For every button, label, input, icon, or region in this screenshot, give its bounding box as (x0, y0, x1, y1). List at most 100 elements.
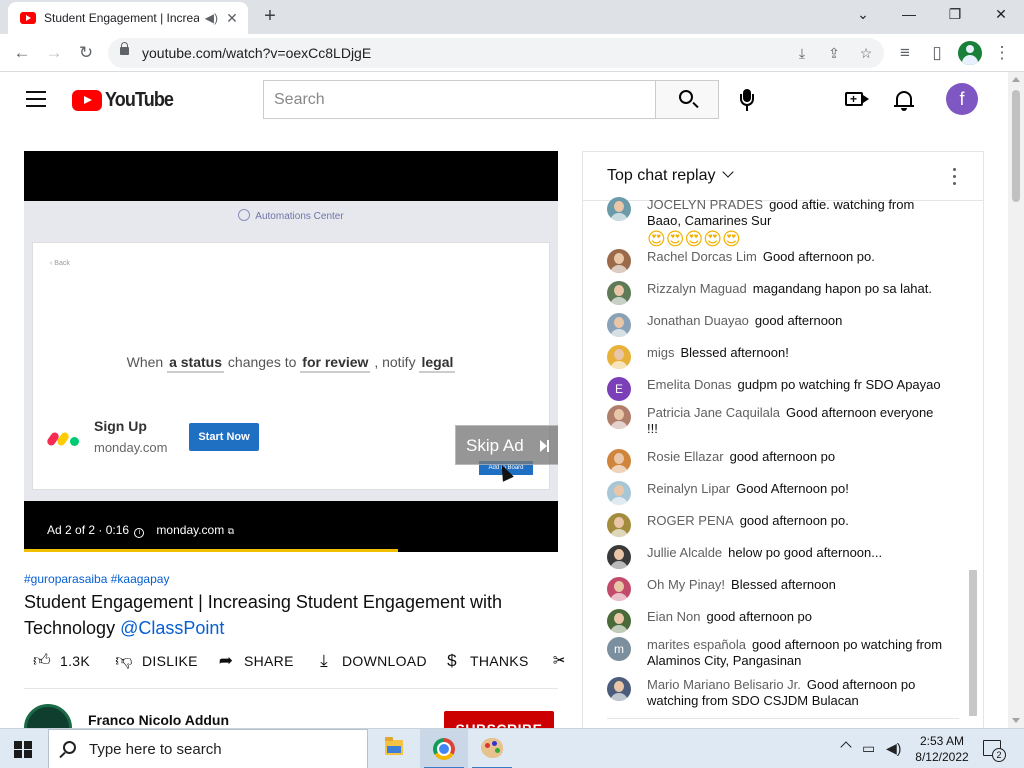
new-tab-icon[interactable]: + (258, 5, 282, 29)
chat-author-avatar[interactable] (607, 577, 631, 601)
clip-button[interactable]: ✂C (550, 648, 564, 674)
chat-author-name[interactable]: Jullie Alcalde (647, 545, 722, 560)
share-icon[interactable]: ⇪ (824, 43, 844, 63)
chat-message-body: Rosie Ellazar good afternoon po (647, 449, 947, 465)
chat-author-avatar[interactable] (607, 545, 631, 569)
chat-author-name[interactable]: Rizzalyn Maguad (647, 281, 747, 296)
restore-icon[interactable]: ❐ (932, 0, 978, 30)
video-player[interactable]: Automations Center ‹ Back When a status … (24, 151, 558, 552)
back-icon[interactable]: ← (10, 41, 34, 65)
hamburger-icon[interactable] (26, 91, 46, 107)
chat-author-name[interactable]: Reinalyn Lipar (647, 481, 730, 496)
video-hashtags[interactable]: #guroparasaiba #kaagapay (24, 572, 169, 586)
download-button[interactable]: ⤓ DOWNLOAD (314, 648, 427, 674)
chat-author-avatar[interactable] (607, 677, 631, 701)
video-title-mention[interactable]: @ClassPoint (120, 618, 224, 638)
browser-tab[interactable]: Student Engagement | Increa ◀) ✕ (8, 2, 248, 34)
menu-icon[interactable]: ⋮ (990, 41, 1014, 65)
window-close-icon[interactable]: ✕ (978, 0, 1024, 30)
chat-author-name[interactable]: Mario Mariano Belisario Jr. (647, 677, 801, 692)
ad-advertiser-link[interactable]: monday.com (156, 523, 224, 537)
chat-author-avatar[interactable]: E (607, 377, 631, 401)
chat-author-name[interactable]: Jonathan Duayao (647, 313, 749, 328)
chat-author-name[interactable]: marites española (647, 637, 746, 652)
scroll-up-icon[interactable] (1012, 77, 1020, 82)
download-label: DOWNLOAD (342, 653, 427, 669)
lock-icon[interactable] (120, 42, 129, 55)
chat-author-avatar[interactable] (607, 513, 631, 537)
speaker-icon[interactable]: ◀) (205, 11, 218, 25)
install-icon[interactable]: ⤓ (792, 43, 812, 63)
like-button[interactable]: 👍︎ 1.3K (32, 648, 90, 674)
chat-author-avatar[interactable]: m (607, 637, 631, 661)
chat-author-avatar[interactable] (607, 281, 631, 305)
page-scrollbar[interactable] (1008, 72, 1024, 728)
chat-message-body: migs Blessed afternoon! (647, 345, 947, 361)
volume-icon[interactable]: ◀) (886, 740, 901, 757)
info-icon[interactable]: i (134, 528, 145, 538)
tab-title: Student Engagement | Increa (44, 11, 199, 25)
star-icon[interactable]: ☆ (856, 43, 876, 63)
chat-author-avatar[interactable] (607, 405, 631, 429)
chat-author-avatar[interactable] (607, 249, 631, 273)
paint-taskbar-button[interactable] (468, 729, 516, 768)
forward-icon[interactable]: → (42, 41, 66, 65)
more-vert-icon[interactable] (953, 168, 957, 186)
windows-start-icon[interactable] (14, 741, 32, 758)
chat-author-avatar[interactable] (607, 345, 631, 369)
reload-icon[interactable]: ↻ (74, 41, 98, 65)
thanks-icon: $ (447, 651, 457, 670)
taskbar-search-box[interactable]: Type here to search (48, 729, 368, 768)
mic-icon[interactable] (738, 88, 756, 112)
bell-icon[interactable] (894, 89, 914, 111)
chat-message: Jullie Alcalde helow po good afternoon... (607, 545, 947, 569)
chat-author-name[interactable]: Oh My Pinay! (647, 577, 725, 592)
chat-author-name[interactable]: migs (647, 345, 674, 360)
tab-search-icon[interactable]: ⌄ (840, 0, 886, 30)
chat-author-avatar[interactable] (607, 449, 631, 473)
chat-author-avatar[interactable] (607, 197, 631, 221)
chat-scrollbar[interactable] (969, 570, 977, 716)
chat-header: Top chat replay (583, 152, 983, 201)
chat-author-name[interactable]: Patricia Jane Caquilala (647, 405, 780, 420)
ad-cta-button[interactable]: Start Now (189, 423, 259, 451)
youtube-logo[interactable]: YouTube (72, 88, 181, 112)
notification-icon[interactable]: 2 (983, 740, 1006, 762)
minimize-icon[interactable]: — (886, 0, 932, 30)
chat-author-name[interactable]: Rachel Dorcas Lim (647, 249, 757, 264)
chat-author-avatar[interactable] (607, 481, 631, 505)
channel-name[interactable]: Franco Nicolo Addun (88, 712, 229, 728)
dislike-button[interactable]: 👎︎ DISLIKE (114, 648, 198, 674)
media-control-icon[interactable]: ≡ (893, 41, 917, 65)
thanks-button[interactable]: $ THANKS (442, 648, 529, 674)
live-chat-panel: Top chat replay JOCELYN PRADES good aftie… (582, 151, 984, 741)
chat-author-avatar[interactable] (607, 609, 631, 633)
chat-author-name[interactable]: Emelita Donas (647, 377, 732, 392)
ad-progress-bar[interactable] (24, 549, 398, 552)
url-text[interactable]: youtube.com/watch?v=oexCc8LDjgE (142, 45, 371, 61)
network-icon[interactable]: ▭ (862, 740, 875, 757)
chat-message-text: gudpm po watching fr SDO Apayao (737, 377, 941, 392)
search-input[interactable] (263, 80, 656, 119)
chat-mode-dropdown[interactable]: Top chat replay (607, 166, 734, 185)
scroll-down-icon[interactable] (1012, 718, 1020, 723)
search-button[interactable] (655, 80, 719, 119)
chrome-taskbar-button[interactable] (420, 729, 468, 768)
skip-ad-button[interactable]: Skip Ad (455, 425, 558, 465)
side-panel-icon[interactable]: ▯ (925, 41, 949, 65)
file-explorer-button[interactable] (370, 729, 418, 768)
close-icon[interactable]: ✕ (224, 10, 240, 27)
chat-author-name[interactable]: ROGER PENA (647, 513, 734, 528)
chat-author-name[interactable]: Eian Non (647, 609, 700, 624)
taskbar-clock[interactable]: 2:53 AM 8/12/2022 (912, 733, 972, 765)
page-scroll-thumb[interactable] (1012, 90, 1020, 202)
account-avatar[interactable]: f (946, 83, 978, 115)
chat-author-name[interactable]: JOCELYN PRADES (647, 197, 763, 212)
address-bar[interactable]: youtube.com/watch?v=oexCc8LDjgE ⤓ ⇪ ☆ (108, 38, 884, 68)
profile-icon[interactable] (958, 41, 982, 65)
tray-chevron-icon[interactable] (840, 741, 852, 753)
chat-author-name[interactable]: Rosie Ellazar (647, 449, 724, 464)
chat-author-avatar[interactable] (607, 313, 631, 337)
create-video-icon[interactable]: + (845, 92, 869, 106)
share-button[interactable]: ➦ SHARE (216, 648, 294, 674)
